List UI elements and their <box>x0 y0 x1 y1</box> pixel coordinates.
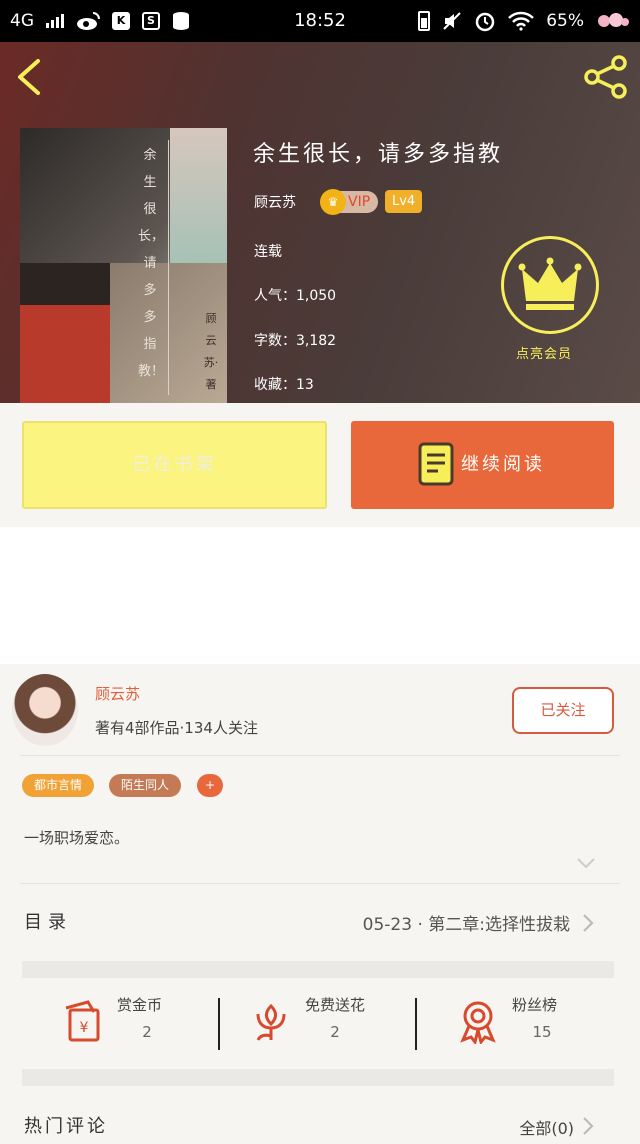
toc-label[interactable]: 目录 <box>24 908 72 934</box>
cover-art-woman <box>170 128 227 263</box>
cover-divider <box>168 140 169 395</box>
author-name[interactable]: 顾云苏 <box>95 683 140 704</box>
divider <box>20 755 620 756</box>
serial-status: 连载 <box>254 244 282 260</box>
word-count-row: 字数：3,182 <box>254 330 336 350</box>
add-tag-button[interactable]: + <box>197 774 224 797</box>
author-info: 著有4部作品·134人关注 <box>95 719 258 737</box>
toc-latest-chapter[interactable]: 05-23 · 第二章:选择性拔栽 <box>363 910 570 935</box>
cover-author-vertical: 顾云苏·著 <box>203 312 219 391</box>
vip-label: VIP <box>348 194 371 210</box>
stat-divider <box>218 998 220 1050</box>
free-flowers-value: 2 <box>330 1023 340 1041</box>
fan-ranking-value: 15 <box>532 1023 552 1041</box>
flower-icon <box>598 13 629 27</box>
book-title: 余生很长，请多多指教 <box>253 142 504 167</box>
hot-comments-label: 热门评论 <box>24 1116 108 1137</box>
battery-level: 65% <box>546 11 584 31</box>
favorites-label: 收藏： <box>254 377 296 393</box>
author-avatar[interactable] <box>12 674 78 746</box>
favorites-value: 13 <box>296 377 314 393</box>
charging-icon <box>418 11 431 31</box>
all-comments-link[interactable]: 全部(0) <box>519 1115 574 1139</box>
crown-icon <box>518 257 582 310</box>
fan-ranking-item[interactable]: 粉丝榜 15 <box>455 994 595 1054</box>
level-badge: Lv4 <box>385 190 423 213</box>
wifi-icon <box>508 11 535 31</box>
book-intro: 一场职场爱恋。 <box>24 829 130 847</box>
section-spacer <box>22 1069 614 1086</box>
word-count-label: 字数： <box>254 333 296 349</box>
popularity-row: 人气：1,050 <box>254 285 336 305</box>
popularity-label: 人气： <box>254 288 296 304</box>
section-spacer <box>22 961 614 978</box>
book-cover[interactable]: 余生很长，请多多指教！ 顾云苏·著 <box>20 128 227 403</box>
alarm-icon <box>475 12 495 32</box>
award-ribbon-icon <box>460 1001 496 1044</box>
reward-coins-label: 赏金币 <box>117 996 163 1014</box>
mute-icon <box>443 12 461 30</box>
stat-divider <box>415 998 417 1050</box>
free-flowers-item[interactable]: 免费送花 2 <box>248 994 408 1054</box>
flower-icon <box>256 1003 286 1041</box>
cover-art-man <box>20 263 110 403</box>
member-button[interactable] <box>501 236 599 334</box>
crown-icon: ♛ <box>320 189 346 215</box>
in-shelf-button[interactable]: 已在书架 <box>22 421 327 509</box>
member-label[interactable]: 点亮会员 <box>516 343 572 362</box>
tag-fanfic[interactable]: 陌生同人 <box>109 774 182 797</box>
divider <box>20 883 620 884</box>
svg-text:¥: ¥ <box>80 1020 89 1036</box>
popularity-value: 1,050 <box>296 288 337 304</box>
book-author[interactable]: 顾云苏 <box>254 192 296 212</box>
reward-coins-value: 2 <box>142 1023 152 1041</box>
status-bar: 4G K S 18:52 65% <box>0 0 640 42</box>
follow-button[interactable]: 已关注 <box>512 687 614 734</box>
reward-coins-item[interactable]: ¥ 赏金币 2 <box>60 994 200 1054</box>
book-icon <box>418 442 454 486</box>
word-count-value: 3,182 <box>296 333 337 349</box>
favorites-row: 收藏：13 <box>254 374 314 394</box>
chevron-right-icon[interactable] <box>582 1116 594 1136</box>
share-button[interactable] <box>582 54 630 100</box>
continue-reading-button[interactable]: 继续阅读 <box>351 421 614 509</box>
tag-urban-romance[interactable]: 都市言情 <box>22 774 95 797</box>
back-button[interactable] <box>14 55 44 99</box>
continue-reading-label: 继续阅读 <box>461 454 545 475</box>
red-envelope-icon: ¥ <box>65 1000 100 1042</box>
free-flowers-label: 免费送花 <box>305 996 366 1014</box>
expand-icon[interactable] <box>577 857 595 869</box>
fan-ranking-label: 粉丝榜 <box>512 996 558 1014</box>
vip-badge: ♛ VIP <box>320 189 379 215</box>
chevron-right-icon[interactable] <box>582 913 594 933</box>
cover-title-vertical: 余生很长，请多多指教！ <box>138 148 165 379</box>
